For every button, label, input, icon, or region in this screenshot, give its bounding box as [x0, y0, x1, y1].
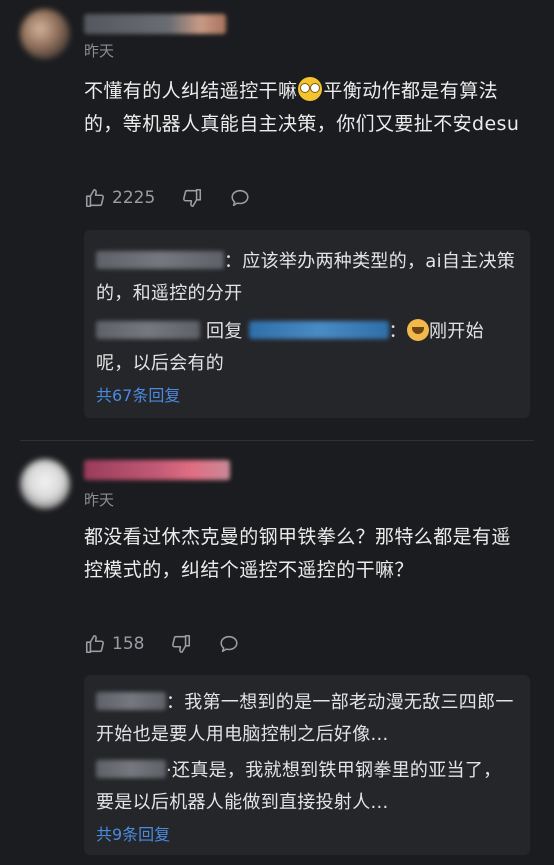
- comment-card: 昨天 不懂有的人纠结遥控干嘛 平衡动作都是有算法的，等机器人真能自主决策，你们又要…: [0, 0, 554, 440]
- reply-username-blurred[interactable]: [96, 692, 166, 710]
- thumbs-up-icon: [85, 634, 104, 654]
- comment-actions: 2225: [84, 186, 277, 210]
- like-count: 2225: [112, 188, 156, 208]
- comment-text: 不懂有的人纠结遥控干嘛 平衡动作都是有算法的，等机器人真能自主决策，你们又要扯不安…: [84, 75, 524, 141]
- dislike-button[interactable]: [181, 187, 203, 209]
- reply-target-username-blurred[interactable]: [248, 321, 389, 339]
- like-button[interactable]: 2225: [84, 187, 155, 209]
- avatar[interactable]: [20, 9, 70, 59]
- thumbs-up-icon: [85, 188, 104, 208]
- reply-username-blurred[interactable]: [96, 251, 224, 269]
- thumbs-down-icon: [172, 634, 191, 654]
- comment-text: 都没看过休杰克曼的钢甲铁拳么？那特么都是有遥控模式的，纠结个遥控不遥控的干嘛？: [84, 526, 511, 581]
- reply-item[interactable]: ·还真是，我就想到铁甲钢拳里的亚当了，要是以后机器人能做到直接投射人...: [96, 755, 516, 819]
- comment-bubble-icon: [220, 635, 239, 653]
- reply-thread: ：我第一想到的是一部老动漫无敌三四郎一开始也是要人用电脑控制之后好像... ·还…: [84, 675, 530, 855]
- reply-item[interactable]: ：我第一想到的是一部老动漫无敌三四郎一开始也是要人用电脑控制之后好像...: [96, 687, 516, 751]
- reply-username-blurred[interactable]: [96, 321, 200, 339]
- comment-text-part: 不懂有的人纠结遥控干嘛: [84, 80, 298, 102]
- comment-card: 昨天 都没看过休杰克曼的钢甲铁拳么？那特么都是有遥控模式的，纠结个遥控不遥控的干…: [0, 441, 554, 865]
- username-blurred[interactable]: [84, 460, 230, 480]
- username-blurred[interactable]: [84, 14, 226, 34]
- reply-text-part: ：: [388, 321, 407, 342]
- eye-roll-emoji-icon: [298, 77, 323, 101]
- more-replies-link[interactable]: 共9条回复: [96, 821, 170, 845]
- reply-item[interactable]: 回复 ：刚开始呢，以后会有的: [96, 316, 516, 380]
- reply-username-blurred[interactable]: [96, 760, 166, 778]
- more-replies-link[interactable]: 共67条回复: [96, 382, 180, 406]
- comment-date: 昨天: [84, 491, 115, 509]
- like-count: 158: [112, 634, 145, 654]
- reply-item[interactable]: ：应该举办两种类型的，ai自主决策的，和遥控的分开: [96, 246, 516, 310]
- reply-thread: ：应该举办两种类型的，ai自主决策的，和遥控的分开 回复 ：刚开始呢，以后会有的…: [84, 230, 530, 418]
- thumbs-down-icon: [183, 188, 202, 208]
- comment-date: 昨天: [84, 42, 115, 60]
- comment-button[interactable]: [218, 633, 240, 655]
- cat-emoji-icon: [406, 319, 429, 341]
- comment-bubble-icon: [231, 189, 249, 207]
- comment-actions: 158: [84, 632, 266, 656]
- dislike-button[interactable]: [170, 633, 192, 655]
- reply-word: 回复: [206, 321, 243, 342]
- like-button[interactable]: 158: [84, 633, 144, 655]
- comment-button[interactable]: [229, 187, 251, 209]
- avatar[interactable]: [20, 459, 70, 509]
